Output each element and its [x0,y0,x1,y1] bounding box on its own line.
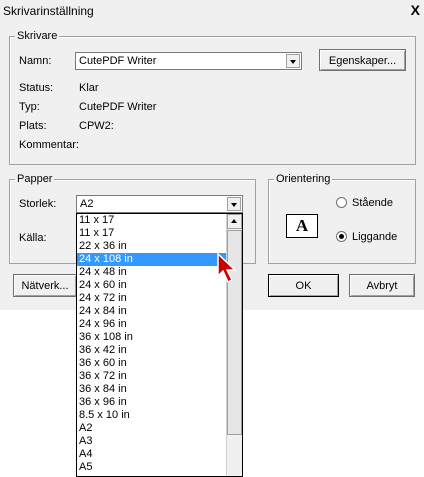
portrait-label[interactable]: Stående [352,197,393,209]
orientation-preview-icon: A [286,214,318,238]
dropdown-option[interactable]: 11 x 17 [77,214,242,227]
mouse-pointer-icon [217,252,237,284]
type-value: CutePDF Writer [79,101,157,113]
paper-size-select[interactable]: A2 [76,195,243,213]
ok-button[interactable]: OK [268,274,339,297]
dropdown-option[interactable]: A4 [77,448,242,461]
type-label: Typ: [19,101,40,113]
source-label: Källa: [19,232,47,244]
chevron-down-icon [290,60,296,64]
paper-size-dropdown-button[interactable] [227,197,241,211]
printer-name-select[interactable]: CutePDF Writer [75,52,302,70]
scroll-up-button[interactable] [227,214,242,229]
location-value: CPW2: [79,120,114,132]
printer-group-label: Skrivare [15,30,60,42]
properties-button[interactable]: Egenskaper... [319,49,406,71]
dropdown-option[interactable]: 36 x 84 in [77,383,242,396]
landscape-label[interactable]: Liggande [352,231,397,243]
dropdown-option[interactable]: 36 x 96 in [77,396,242,409]
dropdown-option[interactable]: 24 x 84 in [77,305,242,318]
landscape-radio[interactable] [336,231,347,242]
dropdown-option[interactable]: 24 x 72 in [77,292,242,305]
size-label: Storlek: [19,198,57,210]
portrait-radio[interactable] [336,197,347,208]
dropdown-option[interactable]: 36 x 60 in [77,357,242,370]
dropdown-option[interactable]: 8.5 x 10 in [77,409,242,422]
paper-size-value: A2 [80,198,94,210]
dropdown-option[interactable]: 24 x 96 in [77,318,242,331]
dropdown-option[interactable]: 36 x 72 in [77,370,242,383]
window-title: Skrivarinställning [3,4,94,18]
location-label: Plats: [19,120,47,132]
close-button[interactable]: X [411,2,420,18]
dropdown-option[interactable]: A3 [77,435,242,448]
orientation-group-label: Orientering [274,173,333,185]
printer-name-value: CutePDF Writer [79,55,157,67]
dropdown-option[interactable]: A5 [77,461,242,474]
paper-group-label: Papper [15,173,55,185]
network-button[interactable]: Nätverk... [13,274,77,297]
dropdown-option[interactable]: 36 x 108 in [77,331,242,344]
chevron-down-icon [231,203,237,207]
dropdown-option[interactable]: 36 x 42 in [77,344,242,357]
printer-name-dropdown-button[interactable] [286,54,300,68]
status-label: Status: [19,82,54,94]
dropdown-option[interactable]: 11 x 17 [77,227,242,240]
cancel-button[interactable]: Avbryt [349,274,415,297]
name-label: Namn: [19,55,52,67]
comment-label: Kommentar: [19,139,79,151]
dropdown-option[interactable]: A2 [77,422,242,435]
chevron-up-icon [231,219,237,223]
title-bar: Skrivarinställning X [0,0,424,22]
status-value: Klar [79,82,99,94]
